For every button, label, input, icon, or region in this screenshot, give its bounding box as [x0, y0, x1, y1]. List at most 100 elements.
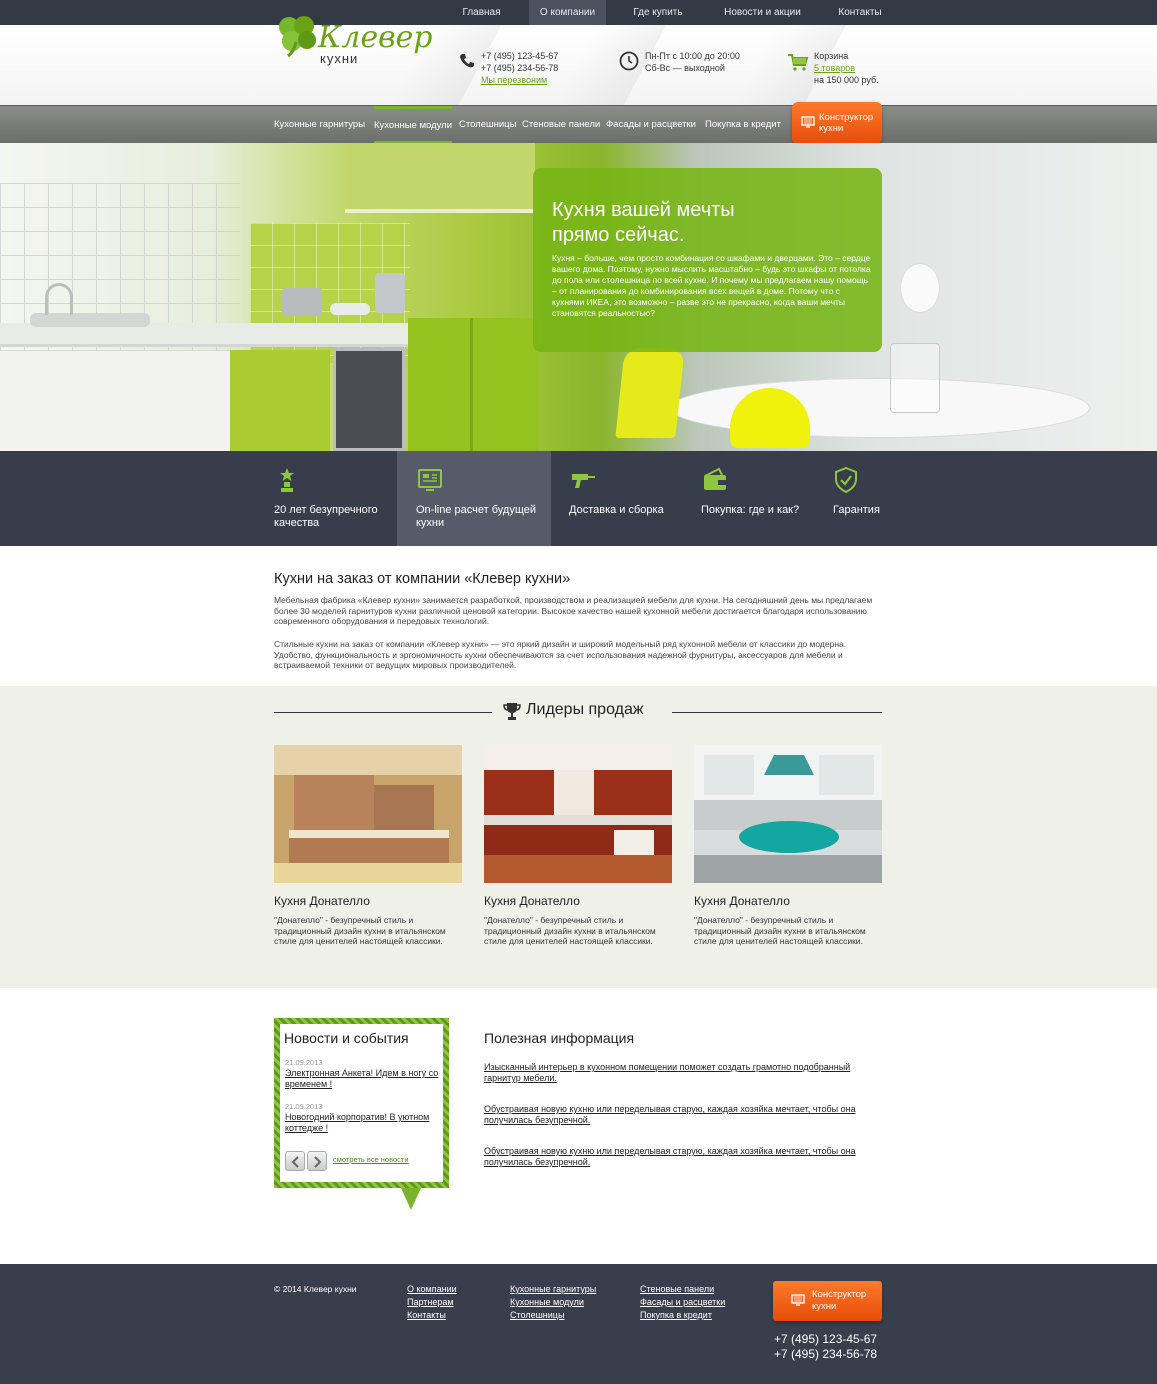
- cart-total: на 150 000 руб.: [814, 75, 879, 85]
- footer-link-about[interactable]: О компании: [407, 1284, 457, 1294]
- useful-info-link[interactable]: Обустраивая новую кухню или переделывая …: [484, 1146, 879, 1168]
- hero-text: Кухня – больше, чем просто комбинация со…: [552, 253, 871, 318]
- footer-link-contacts[interactable]: Контакты: [407, 1310, 446, 1320]
- news-next-button[interactable]: [307, 1151, 327, 1171]
- nav-item-credit[interactable]: Покупка в кредит: [705, 106, 781, 143]
- product-name[interactable]: Кухня Донателло: [274, 894, 370, 908]
- footer-link-credit[interactable]: Покупка в кредит: [640, 1310, 712, 1320]
- product-image[interactable]: [484, 745, 672, 883]
- constructor-label-line1: Конструктор: [819, 112, 874, 123]
- drill-icon: [569, 466, 597, 494]
- nav-item-kitchen-modules[interactable]: Кухонные модули: [374, 106, 452, 144]
- feature-guarantee[interactable]: Гарантия: [817, 451, 897, 546]
- constructor-label-line1: Конструктор: [812, 1289, 867, 1300]
- phone-icon: [458, 52, 476, 70]
- feature-purchase[interactable]: Покупка: где и как?: [682, 451, 817, 546]
- footer-link-kitchen-modules[interactable]: Кухонные модули: [510, 1297, 584, 1307]
- news-prev-button[interactable]: [285, 1151, 305, 1171]
- news-title: Новости и события: [284, 1030, 409, 1046]
- nav-item-wall-panels[interactable]: Стеновые панели: [522, 106, 600, 143]
- news-date: 21.09.2013: [285, 1102, 323, 1111]
- cart-items-link[interactable]: 5 товаров: [814, 62, 855, 74]
- cart-label: Корзина: [814, 51, 849, 61]
- kitchen-photo-vase: [900, 263, 940, 313]
- kitchen-photo-upper-cabinets: [345, 143, 535, 213]
- feature-label: Гарантия: [833, 504, 880, 516]
- useful-info-link[interactable]: Обустраивая новую кухню или переделывая …: [484, 1104, 879, 1126]
- nav-item-facades[interactable]: Фасады и расцветки: [606, 106, 696, 143]
- hero-title-line1: Кухня вашей мечты: [552, 199, 735, 221]
- intro-paragraph-1: Мебельная фабрика «Клевер кухни» занимае…: [274, 595, 873, 626]
- shield-check-icon: [832, 466, 860, 494]
- footer-link-facades[interactable]: Фасады и расцветки: [640, 1297, 725, 1307]
- hero-promo-box: Кухня вашей мечты прямо сейчас. Кухня – …: [533, 168, 882, 352]
- nav-item-countertops[interactable]: Столешницы: [459, 106, 516, 143]
- logo-text[interactable]: Клевер: [318, 20, 433, 55]
- news-item-link[interactable]: Электронная Анкета! Идем в ногу со време…: [285, 1068, 440, 1090]
- trophy-icon: [273, 466, 301, 494]
- clover-logo-icon[interactable]: [274, 12, 320, 58]
- news-date: 21.09.2013: [285, 1058, 323, 1067]
- product-description: "Донателло" - безупречный стиль и традиц…: [484, 915, 656, 946]
- chevron-right-icon: [313, 1155, 322, 1173]
- chevron-left-icon: [291, 1155, 300, 1173]
- kitchen-photo-cabinet: [230, 350, 330, 451]
- cart-icon[interactable]: [787, 52, 809, 72]
- kitchen-photo-jug: [890, 343, 940, 413]
- feature-label: 20 лет безупречного качества: [274, 504, 378, 529]
- trophy-icon: [502, 701, 522, 721]
- product-image[interactable]: [694, 745, 882, 883]
- constructor-label-line2: кухни: [819, 123, 844, 134]
- intro-paragraph-2: Стильные кухни на заказ от компании «Кле…: [274, 639, 847, 670]
- intro-title: Кухни на заказ от компании «Клевер кухни…: [274, 571, 571, 587]
- divider-line: [274, 712, 492, 713]
- topnav-item-where-to-buy[interactable]: Где купить: [620, 0, 696, 25]
- feature-delivery[interactable]: Доставка и сборка: [551, 451, 682, 546]
- feature-label: Покупка: где и как?: [701, 504, 800, 516]
- product-name[interactable]: Кухня Донателло: [484, 894, 580, 908]
- product-name[interactable]: Кухня Донателло: [694, 894, 790, 908]
- feature-label: On-line расчет будущей кухни: [416, 504, 537, 529]
- topnav-item-contacts[interactable]: Контакты: [828, 0, 892, 25]
- footer-link-partners[interactable]: Партнерам: [407, 1297, 454, 1307]
- product-image[interactable]: [274, 745, 462, 883]
- hero-title-line2: прямо сейчас.: [552, 224, 685, 246]
- footer-link-kitchen-sets[interactable]: Кухонные гарнитуры: [510, 1284, 596, 1294]
- copyright: © 2014 Клевер кухни: [274, 1284, 357, 1294]
- features-bar: 20 лет безупречного качества On-line расч…: [0, 451, 1157, 546]
- footer-constructor-button[interactable]: Конструктор кухни: [773, 1281, 882, 1321]
- monitor-icon: [801, 116, 815, 128]
- useful-info-link[interactable]: Изысканный интерьер в кухонном помещении…: [484, 1062, 879, 1084]
- product-description: "Донателло" - безупречный стиль и традиц…: [694, 915, 866, 946]
- footer-link-wall-panels[interactable]: Стеновые панели: [640, 1284, 714, 1294]
- hero-title: Кухня вашей мечты прямо сейчас.: [552, 198, 852, 248]
- footer-phone-2: +7 (495) 234-56-78: [774, 1347, 878, 1361]
- kitchen-photo-pot: [282, 288, 322, 316]
- news-widget-tail: [401, 1188, 421, 1210]
- feature-quality[interactable]: 20 лет безупречного качества: [260, 451, 397, 546]
- working-hours-weekdays: Пн-Пт с 10:00 до 20:00: [645, 51, 740, 61]
- header-phone-2: +7 (495) 234-56-78: [481, 63, 559, 73]
- topnav-item-about[interactable]: О компании: [529, 0, 606, 25]
- bestsellers-section: Лидеры продаж Кухня Донателло "Донателло…: [0, 686, 1157, 988]
- top-navigation: Главная О компании Где купить Новости и …: [0, 0, 1157, 25]
- nav-item-kitchen-sets[interactable]: Кухонные гарнитуры: [274, 106, 365, 143]
- all-news-link[interactable]: смотреть все новости: [333, 1155, 409, 1164]
- monitor-icon: [791, 1294, 805, 1306]
- footer-link-countertops[interactable]: Столешницы: [510, 1310, 564, 1320]
- feature-label: Доставка и сборка: [569, 504, 664, 516]
- bestsellers-title: Лидеры продаж: [526, 701, 644, 718]
- footer-phone-1: +7 (495) 123-45-67: [774, 1332, 878, 1346]
- site-header: [0, 25, 1157, 105]
- news-item-link[interactable]: Новогодний корпоратив! В уютном коттедже…: [285, 1112, 440, 1134]
- kitchen-photo-faucet: [45, 283, 73, 315]
- feature-online-calc[interactable]: On-line расчет будущей кухни: [397, 451, 551, 546]
- callback-link[interactable]: Мы перезвоним: [481, 74, 547, 86]
- topnav-item-home[interactable]: Главная: [449, 0, 514, 25]
- useful-info-title: Полезная информация: [484, 1030, 635, 1046]
- topnav-item-news[interactable]: Новости и акции: [710, 0, 815, 25]
- logo-subtitle: кухни: [320, 51, 359, 66]
- kitchen-constructor-button[interactable]: Конструктор кухни: [792, 102, 882, 144]
- calculator-icon: [416, 466, 444, 494]
- wallet-icon: [701, 466, 729, 494]
